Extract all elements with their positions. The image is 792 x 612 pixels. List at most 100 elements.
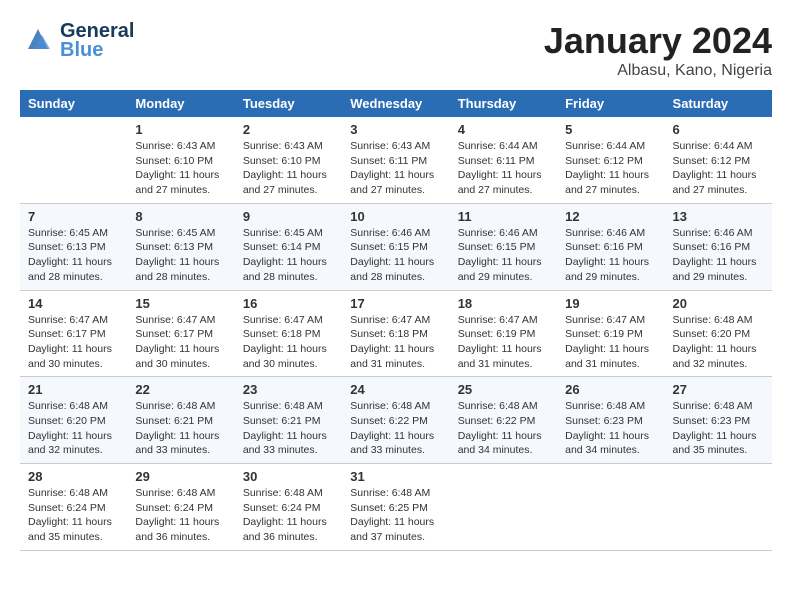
day-info: Sunrise: 6:48 AMSunset: 6:24 PMDaylight:… [135,486,226,545]
calendar-cell: 19 Sunrise: 6:47 AMSunset: 6:19 PMDaylig… [557,290,664,377]
calendar-table: SundayMondayTuesdayWednesdayThursdayFrid… [20,90,772,551]
day-number: 31 [350,469,441,484]
day-info: Sunrise: 6:46 AMSunset: 6:15 PMDaylight:… [458,226,549,285]
day-number: 4 [458,122,549,137]
day-info: Sunrise: 6:47 AMSunset: 6:19 PMDaylight:… [565,313,656,372]
calendar-week-5: 28 Sunrise: 6:48 AMSunset: 6:24 PMDaylig… [20,464,772,551]
day-number: 3 [350,122,441,137]
month-title: January 2024 [544,20,772,62]
day-number: 10 [350,209,441,224]
day-number: 21 [28,382,119,397]
calendar-cell [450,464,557,551]
calendar-cell: 5 Sunrise: 6:44 AMSunset: 6:12 PMDayligh… [557,117,664,203]
day-info: Sunrise: 6:45 AMSunset: 6:13 PMDaylight:… [28,226,119,285]
calendar-cell: 29 Sunrise: 6:48 AMSunset: 6:24 PMDaylig… [127,464,234,551]
calendar-cell: 4 Sunrise: 6:44 AMSunset: 6:11 PMDayligh… [450,117,557,203]
calendar-cell [20,117,127,203]
day-number: 20 [673,296,764,311]
calendar-cell: 13 Sunrise: 6:46 AMSunset: 6:16 PMDaylig… [665,203,772,290]
day-info: Sunrise: 6:44 AMSunset: 6:12 PMDaylight:… [673,139,764,198]
day-number: 22 [135,382,226,397]
calendar-cell: 24 Sunrise: 6:48 AMSunset: 6:22 PMDaylig… [342,377,449,464]
day-info: Sunrise: 6:48 AMSunset: 6:21 PMDaylight:… [243,399,334,458]
day-info: Sunrise: 6:48 AMSunset: 6:20 PMDaylight:… [673,313,764,372]
page-header: General Blue January 2024 Albasu, Kano, … [20,20,772,80]
calendar-cell: 6 Sunrise: 6:44 AMSunset: 6:12 PMDayligh… [665,117,772,203]
location: Albasu, Kano, Nigeria [544,62,772,80]
col-header-wednesday: Wednesday [342,90,449,117]
calendar-week-2: 7 Sunrise: 6:45 AMSunset: 6:13 PMDayligh… [20,203,772,290]
day-info: Sunrise: 6:47 AMSunset: 6:17 PMDaylight:… [135,313,226,372]
calendar-cell: 26 Sunrise: 6:48 AMSunset: 6:23 PMDaylig… [557,377,664,464]
calendar-cell: 9 Sunrise: 6:45 AMSunset: 6:14 PMDayligh… [235,203,342,290]
day-info: Sunrise: 6:43 AMSunset: 6:10 PMDaylight:… [135,139,226,198]
col-header-monday: Monday [127,90,234,117]
day-info: Sunrise: 6:46 AMSunset: 6:16 PMDaylight:… [673,226,764,285]
calendar-cell: 1 Sunrise: 6:43 AMSunset: 6:10 PMDayligh… [127,117,234,203]
calendar-cell [557,464,664,551]
day-info: Sunrise: 6:44 AMSunset: 6:12 PMDaylight:… [565,139,656,198]
day-info: Sunrise: 6:48 AMSunset: 6:25 PMDaylight:… [350,486,441,545]
day-number: 18 [458,296,549,311]
day-number: 7 [28,209,119,224]
day-number: 25 [458,382,549,397]
calendar-cell: 3 Sunrise: 6:43 AMSunset: 6:11 PMDayligh… [342,117,449,203]
calendar-cell: 20 Sunrise: 6:48 AMSunset: 6:20 PMDaylig… [665,290,772,377]
day-number: 13 [673,209,764,224]
day-number: 11 [458,209,549,224]
calendar-cell [665,464,772,551]
day-number: 23 [243,382,334,397]
calendar-cell: 31 Sunrise: 6:48 AMSunset: 6:25 PMDaylig… [342,464,449,551]
day-number: 24 [350,382,441,397]
day-number: 9 [243,209,334,224]
calendar-cell: 21 Sunrise: 6:48 AMSunset: 6:20 PMDaylig… [20,377,127,464]
day-number: 12 [565,209,656,224]
day-number: 1 [135,122,226,137]
col-header-sunday: Sunday [20,90,127,117]
calendar-week-3: 14 Sunrise: 6:47 AMSunset: 6:17 PMDaylig… [20,290,772,377]
day-info: Sunrise: 6:44 AMSunset: 6:11 PMDaylight:… [458,139,549,198]
day-info: Sunrise: 6:48 AMSunset: 6:22 PMDaylight:… [458,399,549,458]
day-info: Sunrise: 6:48 AMSunset: 6:20 PMDaylight:… [28,399,119,458]
day-number: 29 [135,469,226,484]
day-info: Sunrise: 6:48 AMSunset: 6:24 PMDaylight:… [243,486,334,545]
day-number: 16 [243,296,334,311]
day-number: 26 [565,382,656,397]
title-block: January 2024 Albasu, Kano, Nigeria [544,20,772,80]
day-info: Sunrise: 6:43 AMSunset: 6:11 PMDaylight:… [350,139,441,198]
logo-icon [20,21,56,57]
day-info: Sunrise: 6:48 AMSunset: 6:24 PMDaylight:… [28,486,119,545]
col-header-saturday: Saturday [665,90,772,117]
day-info: Sunrise: 6:48 AMSunset: 6:23 PMDaylight:… [673,399,764,458]
calendar-cell: 7 Sunrise: 6:45 AMSunset: 6:13 PMDayligh… [20,203,127,290]
day-info: Sunrise: 6:48 AMSunset: 6:21 PMDaylight:… [135,399,226,458]
day-number: 15 [135,296,226,311]
calendar-cell: 25 Sunrise: 6:48 AMSunset: 6:22 PMDaylig… [450,377,557,464]
day-info: Sunrise: 6:46 AMSunset: 6:15 PMDaylight:… [350,226,441,285]
day-number: 6 [673,122,764,137]
day-info: Sunrise: 6:46 AMSunset: 6:16 PMDaylight:… [565,226,656,285]
day-info: Sunrise: 6:47 AMSunset: 6:18 PMDaylight:… [350,313,441,372]
calendar-cell: 23 Sunrise: 6:48 AMSunset: 6:21 PMDaylig… [235,377,342,464]
day-info: Sunrise: 6:45 AMSunset: 6:14 PMDaylight:… [243,226,334,285]
calendar-cell: 10 Sunrise: 6:46 AMSunset: 6:15 PMDaylig… [342,203,449,290]
col-header-thursday: Thursday [450,90,557,117]
calendar-cell: 12 Sunrise: 6:46 AMSunset: 6:16 PMDaylig… [557,203,664,290]
calendar-cell: 17 Sunrise: 6:47 AMSunset: 6:18 PMDaylig… [342,290,449,377]
day-info: Sunrise: 6:43 AMSunset: 6:10 PMDaylight:… [243,139,334,198]
calendar-cell: 30 Sunrise: 6:48 AMSunset: 6:24 PMDaylig… [235,464,342,551]
calendar-cell: 27 Sunrise: 6:48 AMSunset: 6:23 PMDaylig… [665,377,772,464]
day-number: 30 [243,469,334,484]
day-number: 27 [673,382,764,397]
calendar-cell: 22 Sunrise: 6:48 AMSunset: 6:21 PMDaylig… [127,377,234,464]
logo: General Blue [20,20,134,62]
day-number: 14 [28,296,119,311]
day-number: 17 [350,296,441,311]
day-info: Sunrise: 6:48 AMSunset: 6:22 PMDaylight:… [350,399,441,458]
calendar-cell: 2 Sunrise: 6:43 AMSunset: 6:10 PMDayligh… [235,117,342,203]
calendar-cell: 8 Sunrise: 6:45 AMSunset: 6:13 PMDayligh… [127,203,234,290]
day-number: 5 [565,122,656,137]
calendar-cell: 16 Sunrise: 6:47 AMSunset: 6:18 PMDaylig… [235,290,342,377]
calendar-week-1: 1 Sunrise: 6:43 AMSunset: 6:10 PMDayligh… [20,117,772,203]
calendar-cell: 14 Sunrise: 6:47 AMSunset: 6:17 PMDaylig… [20,290,127,377]
